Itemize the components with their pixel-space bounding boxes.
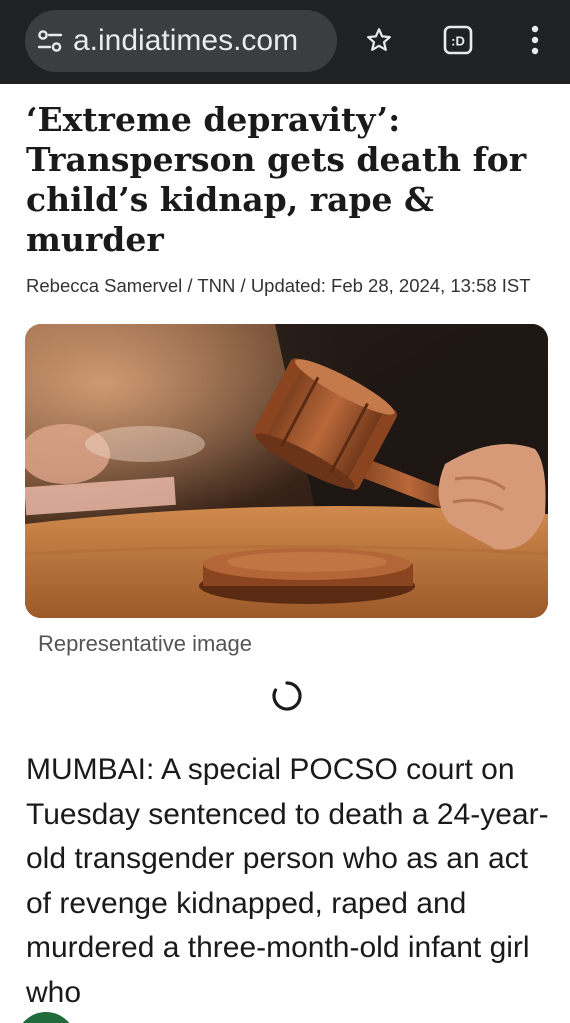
tab-switcher-button[interactable]: :D [438, 20, 478, 60]
loading-spinner-icon [270, 679, 304, 713]
star-icon [367, 28, 391, 51]
article-body: MUMBAI: A special POCSO court on Tuesday… [26, 753, 549, 1009]
address-bar[interactable]: a.indiatimes.com [25, 10, 337, 72]
browser-toolbar: a.indiatimes.com :D [0, 0, 570, 84]
tab-switcher-label: :D [451, 34, 465, 49]
gavel-image[interactable] [25, 324, 548, 618]
bookmark-button[interactable] [359, 20, 399, 60]
url-text[interactable]: a.indiatimes.com [73, 24, 298, 58]
more-vert-icon [531, 25, 539, 55]
article-page: a.indiatimes.com :D ‘Extreme depravity’:… [0, 0, 570, 1023]
tab-switcher-icon: :D [443, 25, 473, 55]
site-info-icon[interactable] [37, 28, 63, 54]
menu-button[interactable] [515, 20, 555, 60]
article-byline[interactable]: Rebecca Samervel / TNN / Updated: Feb 28… [26, 274, 531, 298]
article-headline: ‘Extreme depravity’: Transperson gets de… [26, 100, 527, 259]
image-caption: Representative image [38, 631, 253, 656]
